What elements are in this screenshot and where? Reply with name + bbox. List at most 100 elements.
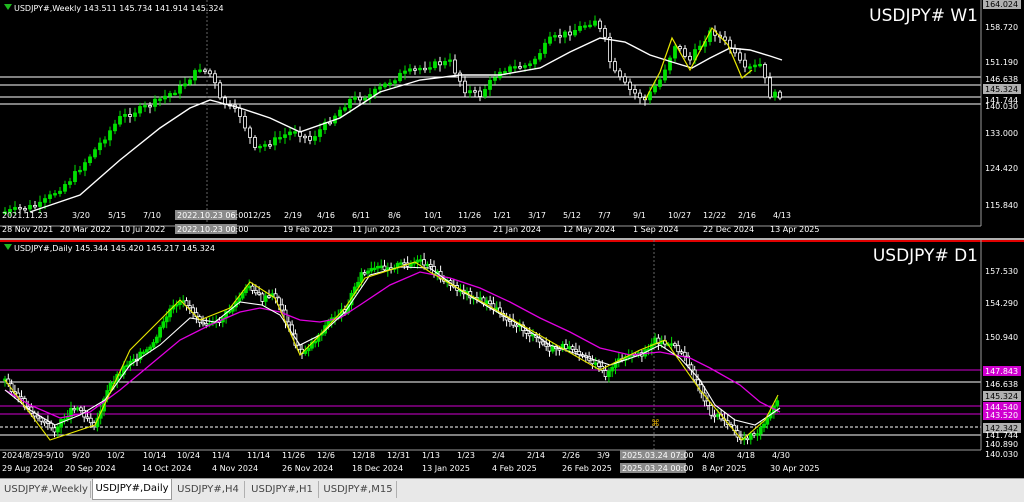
daily-time-tick-label: 2025.03.24 07:00 <box>622 451 693 460</box>
daily-time-tick-label: 1/23 <box>457 451 475 460</box>
weekly-time-tick-label: 7/7 <box>598 211 611 220</box>
tab-usdjpy-h1[interactable]: USDJPY#,H1 <box>246 481 319 498</box>
weekly-candle-body <box>688 55 692 61</box>
weekly-time-tick-label: 2022.10.23 00:00 <box>177 225 248 234</box>
weekly-time-tick-label: 3/20 <box>72 211 90 220</box>
weekly-candle-body <box>748 66 752 69</box>
weekly-candle-body <box>108 130 112 141</box>
weekly-candle-body <box>398 72 402 82</box>
daily-candle-body <box>544 343 549 347</box>
daily-candle-body <box>375 265 380 269</box>
daily-candle-body <box>118 373 123 377</box>
daily-crosshair-marker-icon: ⌘ <box>651 419 660 429</box>
weekly-candle-body <box>63 184 67 192</box>
daily-price-tick-label: 157.530 <box>985 267 1018 276</box>
daily-price-tick-label: 140.030 <box>985 450 1018 459</box>
daily-candle-body <box>151 342 156 348</box>
weekly-chart-header: USDJPY#,Weekly 143.511 145.734 141.914 1… <box>14 4 224 13</box>
daily-candle-body <box>72 407 77 411</box>
daily-time-tick-label: 4/18 <box>737 451 755 460</box>
weekly-candle-body <box>348 98 352 109</box>
daily-time-tick-label: 1/13 <box>422 451 440 460</box>
daily-time-tick-label: 4/30 <box>772 451 790 460</box>
weekly-candle-body <box>338 109 342 117</box>
weekly-candle-body <box>43 198 47 203</box>
weekly-candle-body <box>258 145 262 149</box>
daily-candle-body <box>79 407 83 411</box>
daily-time-tick-label: 10/2 <box>107 451 125 460</box>
weekly-time-tick-label: 4/16 <box>317 211 335 220</box>
weekly-candle-body <box>353 96 357 100</box>
daily-candle-body <box>379 265 384 268</box>
weekly-time-tick-label: 10/27 <box>668 211 691 220</box>
weekly-candle-body <box>203 69 207 72</box>
weekly-candle-body <box>738 52 742 61</box>
daily-candle-body <box>706 400 710 406</box>
weekly-chart-pane[interactable]: 164.024 158.720 151.190 146.638 145.324 141.7… <box>0 0 1024 238</box>
weekly-candle-body <box>613 61 617 72</box>
weekly-candle-body <box>283 134 287 138</box>
weekly-candle-body <box>343 107 347 111</box>
weekly-time-tick-label: 2/16 <box>738 211 756 220</box>
weekly-candle-body <box>193 70 197 81</box>
weekly-candle-body <box>288 131 292 136</box>
weekly-candle-body <box>663 69 667 81</box>
tab-usdjpy-daily[interactable]: USDJPY#,Daily <box>92 479 172 500</box>
weekly-candle-body <box>638 92 642 99</box>
weekly-time-tick-label: 13 Apr 2025 <box>770 225 819 234</box>
weekly-candle-body <box>413 68 417 71</box>
weekly-candle-body <box>278 137 282 140</box>
tab-usdjpy-h4[interactable]: USDJPY#,H4 <box>172 481 245 498</box>
daily-candle-body <box>758 427 763 435</box>
daily-time-tick-label: 11/26 <box>282 451 305 460</box>
weekly-candle-body <box>683 48 687 57</box>
daily-moving-average-slow <box>4 271 781 419</box>
daily-price-tick-label: 145.324 <box>985 392 1018 401</box>
tab-usdjpy-m15[interactable]: USDJPY#,M15 <box>320 481 397 498</box>
daily-candle-body <box>144 349 149 353</box>
weekly-candle-body <box>363 97 367 101</box>
weekly-candle-body <box>553 35 557 38</box>
weekly-candle-body <box>488 79 492 90</box>
chart-menu-icon[interactable] <box>4 4 12 10</box>
daily-candle-body <box>696 379 700 386</box>
daily-candle-body <box>42 420 47 424</box>
weekly-candle-body <box>268 144 272 147</box>
tab-usdjpy-weekly[interactable]: USDJPY#,Weekly <box>2 481 91 498</box>
daily-time-tick-label: 12/6 <box>317 451 335 460</box>
daily-time-tick-label: 3/9 <box>597 451 610 460</box>
daily-candle-body <box>484 300 489 305</box>
weekly-candle-body <box>73 171 77 183</box>
daily-chart-canvas[interactable]: ⌘ 157.530 154.290 150.940 147.843 146.638 145.… <box>0 240 1024 478</box>
weekly-candle-body <box>263 144 267 147</box>
chart-menu-icon[interactable] <box>4 244 12 250</box>
weekly-candle-body <box>163 95 167 100</box>
weekly-candle-body <box>753 64 757 68</box>
weekly-candle-body <box>293 131 297 134</box>
daily-candle-body <box>574 348 578 352</box>
weekly-chart-canvas[interactable]: 164.024158.720151.190146.638145.324141.7… <box>0 0 1024 238</box>
daily-candle-body <box>399 262 403 265</box>
daily-candle-body <box>593 362 598 365</box>
weekly-time-tick-label: 10 Jul 2022 <box>120 225 165 234</box>
daily-time-tick-label: 20 Sep 2024 <box>65 464 116 473</box>
daily-time-tick-label: 12/18 <box>352 451 375 460</box>
weekly-candle-body <box>308 135 312 141</box>
weekly-candle-body <box>633 89 637 94</box>
weekly-candle-body <box>418 67 422 71</box>
daily-candle-body <box>257 292 262 295</box>
daily-candle-body <box>372 267 377 271</box>
daily-candle-body <box>131 358 136 362</box>
weekly-candle-body <box>388 82 392 86</box>
daily-candle-body <box>765 417 770 425</box>
daily-candle-body <box>610 367 615 372</box>
daily-candle-body <box>382 265 387 271</box>
weekly-candle-body <box>588 24 592 28</box>
daily-chart-pane[interactable]: ⌘ 157.530 154.290 150.940 147.843 146.638 145.… <box>0 240 1024 478</box>
daily-time-tick-label: 18 Dec 2024 <box>352 464 403 473</box>
daily-candle-body <box>590 359 595 365</box>
weekly-candle-body <box>668 57 672 71</box>
daily-candle-body <box>253 289 258 294</box>
weekly-candle-body <box>778 91 782 99</box>
daily-candle-body <box>570 346 575 350</box>
